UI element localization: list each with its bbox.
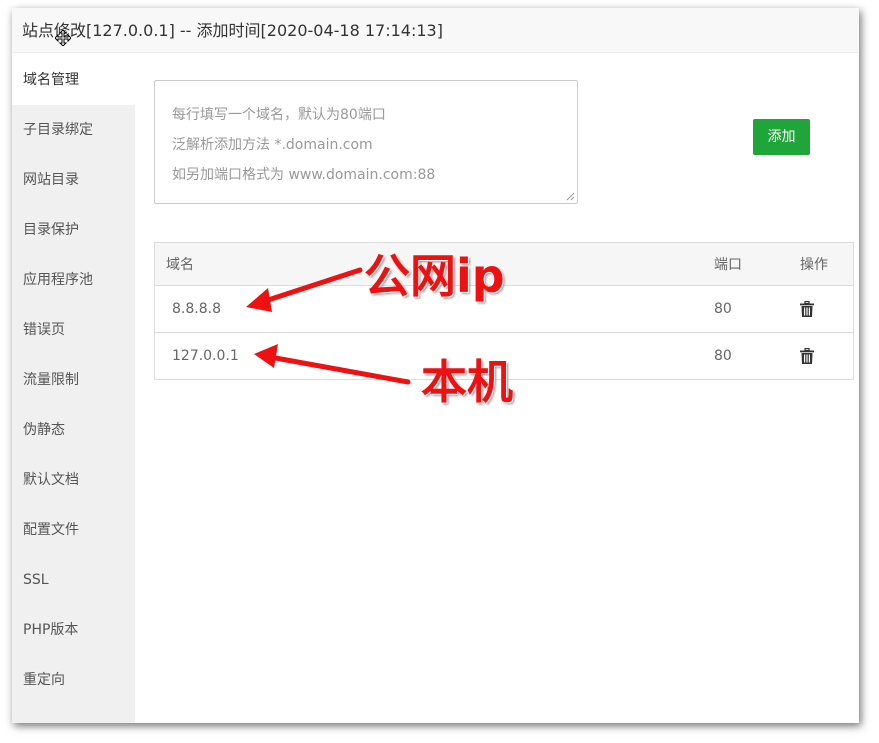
sidebar-item-ssl[interactable]: SSL — [12, 555, 135, 605]
domain-textarea[interactable]: 每行填写一个域名，默认为80端口 泛解析添加方法 *.domain.com 如另… — [154, 80, 578, 204]
placeholder-line: 如另加端口格式为 www.domain.com:88 — [172, 167, 436, 183]
sidebar-item-config-file[interactable]: 配置文件 — [12, 505, 135, 555]
trash-icon[interactable] — [800, 348, 814, 364]
annotation-local-label: 本机 — [421, 355, 513, 409]
sidebar-nav: 域名管理 子目录绑定 网站目录 目录保护 应用程序池 错误页 流量限制 伪静态 … — [12, 55, 135, 723]
dialog-title-bar[interactable]: 站点修改[127.0.0.1] -- 添加时间[2020-04-18 17:14… — [12, 8, 859, 53]
column-header-domain: 域名 — [166, 257, 194, 273]
sidebar-item-php-version[interactable]: PHP版本 — [12, 605, 135, 655]
sidebar-item-error-page[interactable]: 错误页 — [12, 305, 135, 355]
sidebar-item-redirect[interactable]: 重定向 — [12, 655, 135, 705]
sidebar-item-traffic-limit[interactable]: 流量限制 — [12, 355, 135, 405]
dialog-title: 站点修改[127.0.0.1] -- 添加时间[2020-04-18 17:14… — [22, 21, 443, 40]
column-header-port: 端口 — [714, 257, 742, 273]
resize-grip-icon[interactable] — [566, 192, 575, 201]
port-cell: 80 — [714, 301, 732, 317]
sidebar-item-app-pool[interactable]: 应用程序池 — [12, 255, 135, 305]
sidebar-item-directory-protection[interactable]: 目录保护 — [12, 205, 135, 255]
domain-cell: 8.8.8.8 — [172, 301, 221, 317]
placeholder-line: 泛解析添加方法 *.domain.com — [172, 137, 373, 153]
sidebar-item-site-directory[interactable]: 网站目录 — [12, 155, 135, 205]
column-header-actions: 操作 — [800, 257, 828, 273]
sidebar-item-default-document[interactable]: 默认文档 — [12, 455, 135, 505]
annotation-public-ip-label: 公网ip — [364, 249, 505, 303]
domain-cell: 127.0.0.1 — [172, 348, 239, 364]
sidebar-item-subdirectory-binding[interactable]: 子目录绑定 — [12, 105, 135, 155]
placeholder-line: 每行填写一个域名，默认为80端口 — [172, 107, 386, 123]
port-cell: 80 — [714, 348, 732, 364]
sidebar-item-rewrite[interactable]: 伪静态 — [12, 405, 135, 455]
move-cursor-icon — [55, 30, 71, 46]
delete-action[interactable] — [800, 333, 814, 379]
trash-icon[interactable] — [800, 301, 814, 317]
delete-action[interactable] — [800, 286, 814, 332]
sidebar-item-domain-management[interactable]: 域名管理 — [12, 55, 135, 105]
add-domain-button[interactable]: 添加 — [753, 119, 810, 155]
